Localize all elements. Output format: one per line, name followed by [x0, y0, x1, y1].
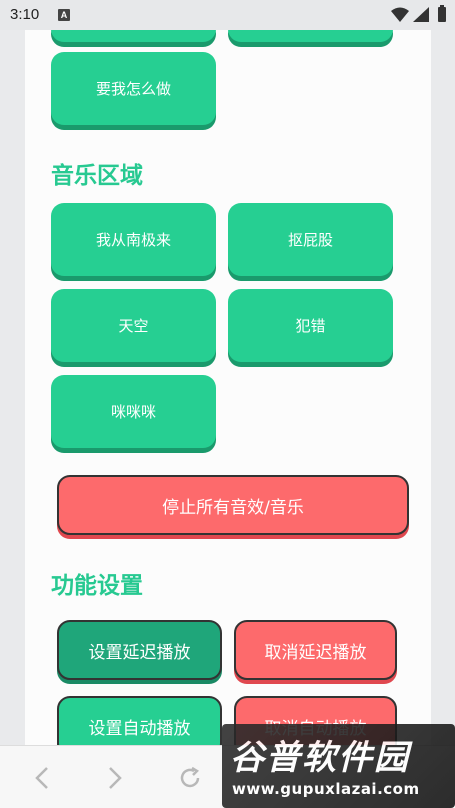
notification-icon: A	[58, 9, 70, 21]
watermark-title: 谷普软件园	[230, 738, 410, 778]
music-section-title: 音乐区域	[51, 163, 143, 189]
battery-icon	[438, 5, 446, 22]
button-what-should-i-do[interactable]: 要我怎么做	[51, 52, 216, 125]
watermark-url: www.gupuxlazai.com	[232, 780, 420, 798]
back-icon[interactable]	[34, 766, 50, 790]
watermark-logo: 谷普软件园 www.gupuxlazai.com	[222, 724, 455, 808]
music-button-3[interactable]: 天空	[51, 289, 216, 362]
music-button-4[interactable]: 犯错	[228, 289, 393, 362]
partial-button-left[interactable]	[51, 30, 216, 42]
music-button-2[interactable]: 抠屁股	[228, 203, 393, 276]
cancel-delay-button[interactable]: 取消延迟播放	[234, 620, 397, 680]
set-delay-button[interactable]: 设置延迟播放	[57, 620, 222, 680]
set-auto-button[interactable]: 设置自动播放	[57, 696, 222, 745]
stop-all-button[interactable]: 停止所有音效/音乐	[57, 475, 409, 535]
status-time: 3:10	[10, 6, 40, 23]
status-bar: 3:10 A	[0, 0, 455, 30]
left-edge	[0, 30, 25, 745]
music-button-1[interactable]: 我从南极来	[51, 203, 216, 276]
right-edge	[431, 30, 455, 745]
page-content[interactable]: 要我怎么做 音乐区域 我从南极来 抠屁股 天空 犯错 咪咪咪 停止所有音效/音乐…	[25, 30, 431, 745]
signal-icon	[413, 7, 429, 22]
wifi-icon	[391, 7, 409, 22]
partial-button-right[interactable]	[228, 30, 393, 42]
refresh-icon[interactable]	[178, 766, 202, 790]
settings-section-title: 功能设置	[51, 573, 143, 599]
music-button-5[interactable]: 咪咪咪	[51, 375, 216, 448]
forward-icon[interactable]	[107, 766, 123, 790]
